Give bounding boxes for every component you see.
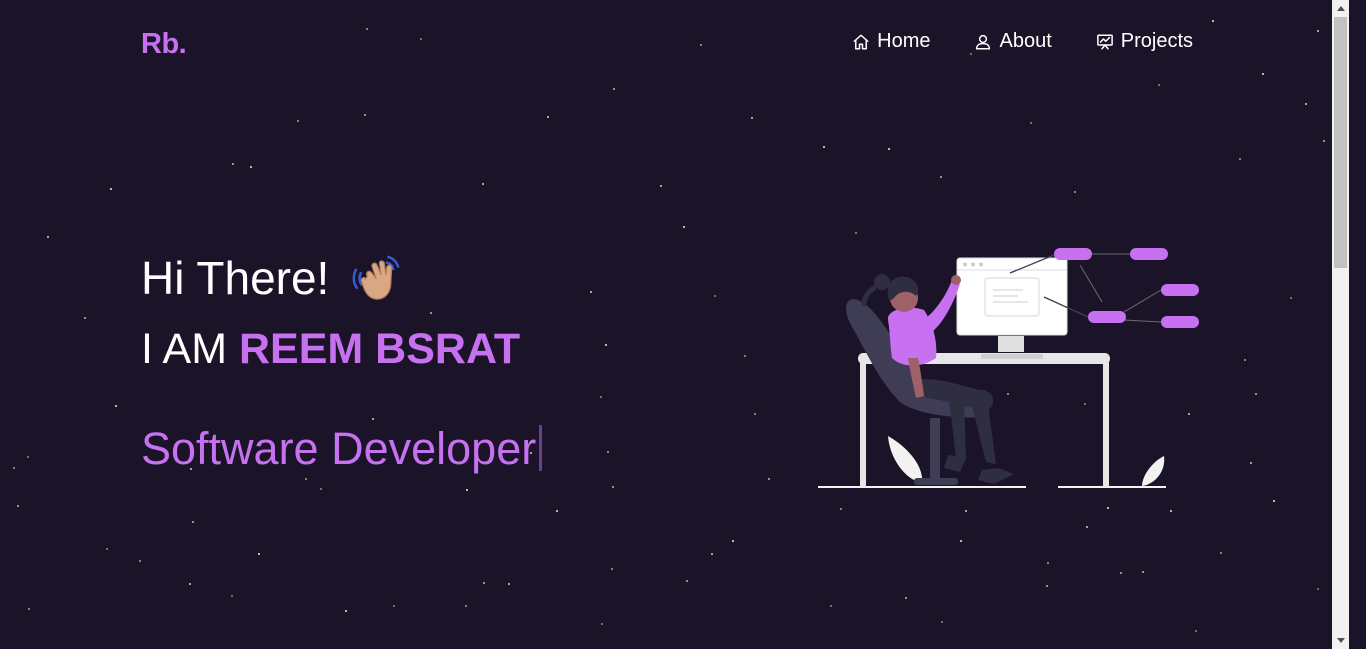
vertical-scrollbar[interactable]: [1332, 0, 1349, 649]
waving-hand-icon: [352, 255, 400, 300]
hero-section: Hi There! I AM REEM BSRAT Software Devel…: [141, 252, 543, 474]
nav-item-about-label: About: [999, 30, 1052, 52]
nav-item-about[interactable]: About: [974, 30, 1052, 53]
hero-greeting-text: Hi There!: [141, 252, 330, 304]
home-icon: [853, 34, 869, 49]
scroll-up-arrow-icon[interactable]: [1332, 0, 1349, 17]
hero-role-line: Software Developer: [141, 422, 543, 474]
hero-greeting: Hi There!: [141, 252, 542, 304]
scrollbar-thumb[interactable]: [1334, 17, 1347, 268]
main-nav: Home About Projects: [852, 30, 1193, 53]
logo[interactable]: Rb.: [141, 28, 187, 61]
projects-icon: [1096, 34, 1113, 49]
user-icon: [976, 34, 991, 49]
hero-intro-prefix: I AM: [141, 325, 228, 373]
nav-item-home[interactable]: Home: [852, 30, 930, 53]
developer-illustration: [818, 248, 1199, 488]
nav-item-projects[interactable]: Projects: [1096, 30, 1193, 53]
nav-item-home-label: Home: [877, 30, 931, 52]
hero-name: REEM BSRAT: [238, 325, 521, 373]
hero-name-line: I AM REEM BSRAT: [141, 328, 542, 371]
page: Rb. Home About Projects Hi There! I AM R…: [0, 0, 1349, 649]
nav-item-projects-label: Projects: [1120, 30, 1193, 52]
scroll-down-arrow-icon[interactable]: [1332, 632, 1349, 649]
typing-cursor: [539, 425, 543, 471]
hero-role: Software Developer: [141, 422, 537, 474]
